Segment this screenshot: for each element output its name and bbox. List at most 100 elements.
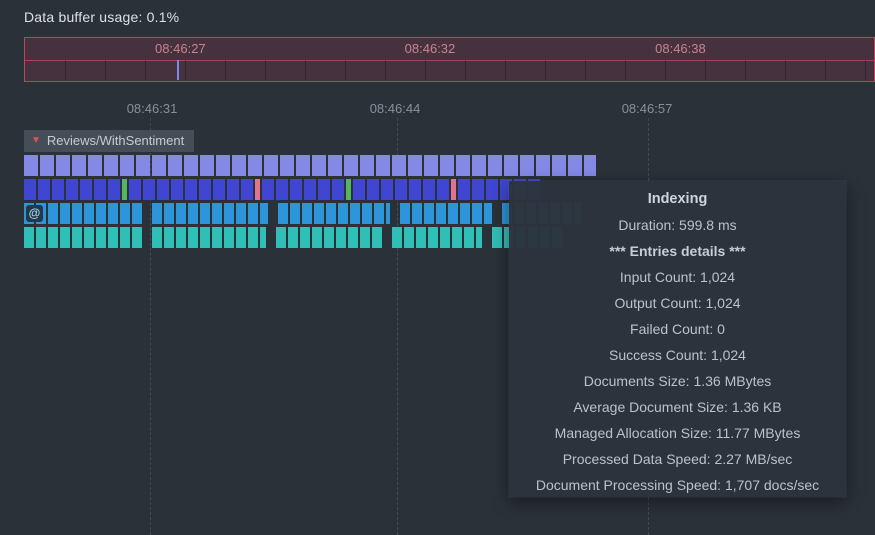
perf-segment[interactable] (428, 227, 438, 248)
perf-segment[interactable] (216, 155, 230, 176)
perf-segment[interactable] (227, 179, 239, 200)
perf-segment[interactable] (472, 203, 482, 224)
perf-segment[interactable] (346, 179, 351, 200)
perf-segment[interactable] (248, 155, 262, 176)
perf-segment[interactable] (48, 227, 58, 248)
perf-segment[interactable] (362, 203, 372, 224)
perf-segment[interactable] (104, 155, 118, 176)
perf-segment[interactable] (458, 179, 470, 200)
perf-segment[interactable] (472, 155, 486, 176)
perf-segment[interactable] (184, 155, 198, 176)
perf-segment[interactable] (241, 179, 253, 200)
lane-reduce[interactable] (24, 179, 542, 200)
perf-segment[interactable] (424, 155, 438, 176)
perf-segment[interactable] (120, 203, 130, 224)
perf-segment[interactable] (350, 203, 360, 224)
perf-segment[interactable] (280, 155, 294, 176)
perf-segment[interactable] (336, 227, 346, 248)
perf-segment[interactable] (132, 227, 142, 248)
perf-segment[interactable] (120, 155, 134, 176)
perf-segment[interactable] (24, 179, 36, 200)
perf-segment[interactable] (328, 155, 342, 176)
perf-segment[interactable] (248, 203, 258, 224)
perf-segment[interactable] (304, 179, 316, 200)
timeline-brush[interactable]: 08:46:27 08:46:32 08:46:38 (24, 37, 875, 82)
perf-segment[interactable] (488, 155, 502, 176)
perf-segment[interactable] (440, 155, 454, 176)
lane-write[interactable] (24, 227, 564, 248)
perf-segment[interactable] (552, 155, 566, 176)
perf-segment[interactable] (40, 155, 54, 176)
perf-segment[interactable] (24, 227, 34, 248)
perf-segment[interactable] (84, 227, 94, 248)
perf-segment[interactable] (132, 203, 142, 224)
perf-segment[interactable] (200, 203, 210, 224)
perf-segment[interactable] (260, 203, 268, 224)
perf-segment[interactable] (188, 203, 198, 224)
perf-segment[interactable] (60, 203, 70, 224)
perf-segment[interactable] (338, 203, 348, 224)
perf-segment[interactable] (436, 203, 446, 224)
perf-segment[interactable] (212, 203, 222, 224)
perf-segment[interactable] (409, 179, 421, 200)
perf-segment[interactable] (318, 179, 330, 200)
perf-segment[interactable] (486, 179, 498, 200)
perf-segment[interactable] (332, 179, 344, 200)
perf-segment[interactable] (122, 179, 127, 200)
perf-segment[interactable] (72, 227, 82, 248)
perf-segment[interactable] (108, 179, 120, 200)
lane-storage[interactable] (24, 203, 584, 224)
index-header-reviews-withsentiment[interactable]: ▼ Reviews/WithSentiment (24, 130, 195, 152)
perf-segment[interactable] (290, 203, 300, 224)
perf-segment[interactable] (232, 155, 246, 176)
perf-segment[interactable] (568, 155, 582, 176)
perf-segment[interactable] (440, 227, 450, 248)
perf-segment[interactable] (423, 179, 435, 200)
perf-segment[interactable] (108, 203, 118, 224)
perf-segment[interactable] (372, 227, 382, 248)
perf-segment[interactable] (212, 227, 222, 248)
perf-segment[interactable] (72, 203, 82, 224)
perf-segment[interactable] (412, 203, 422, 224)
perf-segment[interactable] (314, 203, 324, 224)
perf-segment[interactable] (200, 227, 210, 248)
perf-segment[interactable] (360, 227, 370, 248)
perf-segment[interactable] (288, 227, 298, 248)
perf-segment[interactable] (136, 155, 150, 176)
perf-segment[interactable] (152, 155, 166, 176)
perf-segment[interactable] (176, 227, 186, 248)
perf-segment[interactable] (94, 179, 106, 200)
perf-segment[interactable] (324, 227, 334, 248)
perf-segment[interactable] (66, 179, 78, 200)
perf-segment[interactable] (38, 179, 50, 200)
perf-segment[interactable] (80, 179, 92, 200)
perf-segment[interactable] (224, 227, 234, 248)
perf-segment[interactable] (88, 155, 102, 176)
perf-segment[interactable] (171, 179, 183, 200)
perf-segment[interactable] (224, 203, 234, 224)
perf-segment[interactable] (152, 227, 162, 248)
perf-segment[interactable] (262, 179, 274, 200)
perf-segment[interactable] (476, 227, 482, 248)
perf-segment[interactable] (448, 203, 458, 224)
perf-segment[interactable] (452, 227, 462, 248)
perf-segment[interactable] (143, 179, 155, 200)
perf-segment[interactable] (185, 179, 197, 200)
perf-segment[interactable] (312, 155, 326, 176)
perf-segment[interactable] (36, 227, 46, 248)
lane-map[interactable] (24, 155, 598, 176)
perf-segment[interactable] (290, 179, 302, 200)
perf-segment[interactable] (264, 155, 278, 176)
perf-segment[interactable] (392, 155, 406, 176)
perf-segment[interactable] (451, 179, 456, 200)
perf-segment[interactable] (536, 155, 550, 176)
perf-segment[interactable] (504, 155, 518, 176)
perf-segment[interactable] (60, 227, 70, 248)
perf-segment[interactable] (96, 203, 106, 224)
perf-segment[interactable] (392, 227, 402, 248)
perf-segment[interactable] (276, 179, 288, 200)
perf-segment[interactable] (72, 155, 86, 176)
perf-segment[interactable] (96, 227, 106, 248)
perf-segment[interactable] (424, 203, 434, 224)
perf-segment[interactable] (348, 227, 358, 248)
